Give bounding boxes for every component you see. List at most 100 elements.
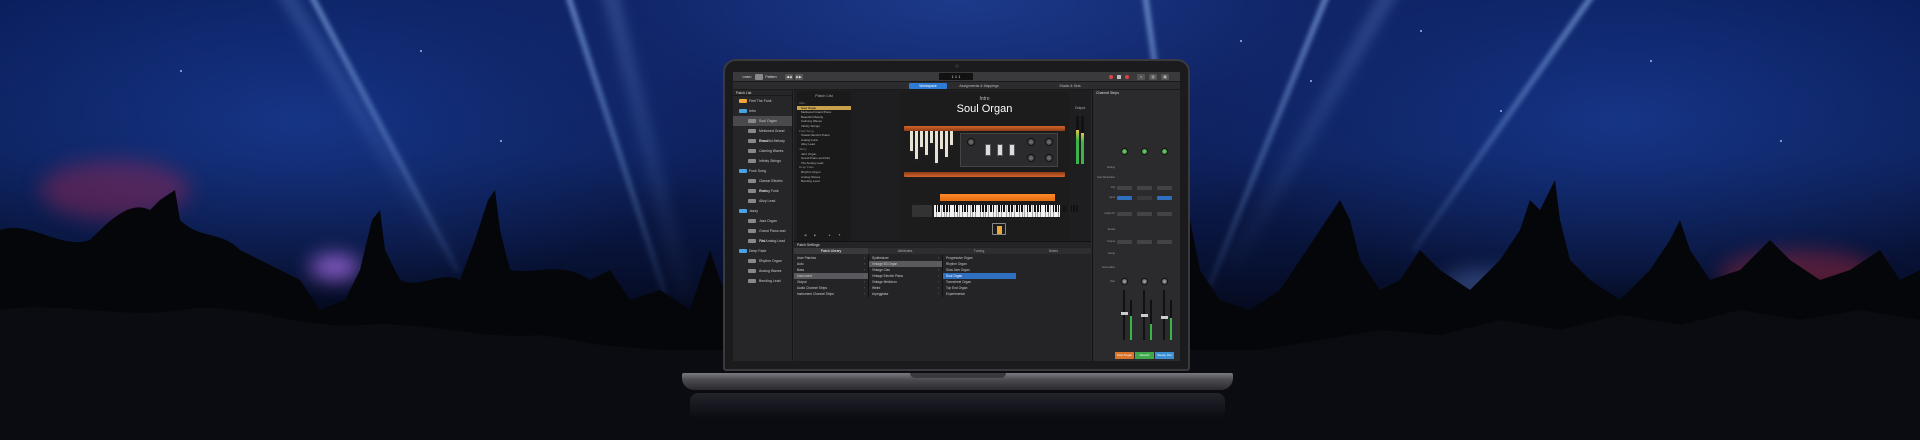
black-key[interactable]: [1055, 205, 1057, 212]
black-key[interactable]: [935, 205, 938, 212]
piano-keys[interactable]: [934, 205, 1078, 217]
browser-item[interactable]: Bending Lead: [797, 179, 851, 184]
patch-list-item[interactable]: Classic Electric Piano: [733, 176, 792, 193]
black-key[interactable]: [1039, 205, 1042, 212]
percussion-switch[interactable]: [985, 144, 991, 156]
volume-fader[interactable]: [1123, 290, 1125, 340]
black-key[interactable]: [946, 205, 948, 212]
black-key[interactable]: [1034, 205, 1036, 212]
black-key[interactable]: [1057, 205, 1060, 212]
black-key[interactable]: [1037, 205, 1039, 212]
plugin-slot[interactable]: [1157, 186, 1172, 190]
drawbar[interactable]: [925, 131, 928, 157]
library-item[interactable]: Arpeggiator ›: [869, 291, 942, 297]
black-key[interactable]: [1029, 205, 1031, 212]
tab-tuning[interactable]: Tuning: [942, 248, 1016, 254]
settings-button[interactable]: ≡: [1137, 74, 1145, 80]
black-key[interactable]: [1003, 205, 1005, 212]
channel-strip-name[interactable]: Stereo Out: [1155, 352, 1174, 359]
black-key[interactable]: [1008, 205, 1010, 212]
patch-list-item[interactable]: Analog Funk: [733, 186, 792, 196]
plugin-slot[interactable]: [1157, 212, 1172, 216]
knob[interactable]: [1027, 138, 1035, 146]
rewind-button[interactable]: ◀◀: [785, 74, 793, 80]
black-key[interactable]: [961, 205, 964, 212]
patch-list-item[interactable]: Deep Fade: [733, 246, 792, 256]
tab-studio-sets[interactable]: Studio & Sets: [1053, 83, 1087, 89]
record-arm-icon[interactable]: [1125, 75, 1129, 79]
patch-list-item[interactable]: Soul Organ: [733, 116, 792, 126]
gain-knob[interactable]: [1141, 148, 1148, 155]
patch-list-item[interactable]: Beautiful Melody: [733, 136, 792, 146]
plugin-slot[interactable]: [1137, 186, 1152, 190]
record-icon[interactable]: [1109, 75, 1113, 79]
drawbar[interactable]: [945, 131, 948, 159]
drawbar[interactable]: [950, 131, 953, 147]
channel-strip-name[interactable]: Reverb: [1135, 352, 1154, 359]
black-key[interactable]: [1011, 205, 1013, 212]
black-key[interactable]: [1052, 205, 1055, 212]
black-key[interactable]: [943, 205, 945, 212]
mixer-button[interactable]: ▥: [1149, 74, 1157, 80]
black-key[interactable]: [1047, 205, 1049, 212]
view-toggle[interactable]: [755, 74, 763, 80]
black-key[interactable]: [1044, 205, 1047, 212]
black-key[interactable]: [990, 205, 992, 212]
forward-button[interactable]: ▶▶: [795, 74, 803, 80]
patch-list-item[interactable]: Infinity Strings: [733, 156, 792, 166]
drawbar[interactable]: [935, 131, 938, 165]
fader-handle[interactable]: [1141, 314, 1148, 317]
up-arrow-icon[interactable]: ▲: [828, 233, 831, 237]
fader-handle[interactable]: [1161, 316, 1168, 319]
pan-knob[interactable]: [1161, 278, 1168, 285]
next-arrow-icon[interactable]: ▶: [814, 233, 816, 237]
patch-list-item[interactable]: Grand Piano and Pad: [733, 226, 792, 243]
black-key[interactable]: [979, 205, 982, 212]
patch-list-item[interactable]: Intro: [733, 106, 792, 116]
drawbars[interactable]: [910, 131, 954, 171]
organ-keyboard[interactable]: Organ: [910, 194, 1078, 218]
black-key[interactable]: [1000, 205, 1003, 212]
wheel-controls[interactable]: [912, 205, 932, 217]
black-key[interactable]: [956, 205, 958, 212]
library-item[interactable]: Instrument Channel Strips ›: [794, 291, 868, 297]
gain-knob[interactable]: [1121, 148, 1128, 155]
patch-list-item[interactable]: Rhythm Organ: [733, 256, 792, 266]
black-key[interactable]: [998, 205, 1000, 212]
plugin-slot[interactable]: [1117, 186, 1132, 190]
fader-handle[interactable]: [1121, 312, 1128, 315]
vibrato-switch[interactable]: [1009, 144, 1015, 156]
patch-list-item[interactable]: Jazz Organ: [733, 216, 792, 226]
tab-patch-library[interactable]: Patch Library: [794, 248, 868, 254]
volume-fader[interactable]: [1163, 290, 1165, 340]
patch-list-item[interactable]: Bending Lead: [733, 276, 792, 286]
knob[interactable]: [967, 138, 975, 146]
black-key[interactable]: [1065, 205, 1068, 212]
black-key[interactable]: [953, 205, 956, 212]
knob[interactable]: [1027, 154, 1035, 162]
stop-icon[interactable]: [1117, 75, 1121, 79]
plugin-slot[interactable]: [1117, 196, 1132, 200]
black-key[interactable]: [964, 205, 966, 212]
plugin-slot[interactable]: [1117, 240, 1132, 244]
black-key[interactable]: [948, 205, 951, 212]
plugin-slot[interactable]: [1137, 196, 1152, 200]
pan-knob[interactable]: [1121, 278, 1128, 285]
chorus-switch[interactable]: [997, 144, 1003, 156]
channel-strip-name[interactable]: Soul Organ: [1115, 352, 1134, 359]
black-key[interactable]: [1016, 205, 1018, 212]
black-key[interactable]: [985, 205, 987, 212]
black-key[interactable]: [974, 205, 977, 212]
patch-list-item[interactable]: Jazzy: [733, 206, 792, 216]
tab-workspace[interactable]: Workspace: [909, 83, 947, 89]
plugin-slot[interactable]: [1137, 240, 1152, 244]
drawbar[interactable]: [940, 131, 943, 151]
patch-list-item[interactable]: Calming Waves: [733, 146, 792, 156]
black-key[interactable]: [1018, 205, 1021, 212]
pan-knob[interactable]: [1141, 278, 1148, 285]
patch-list-item[interactable]: Alloy Lead: [733, 196, 792, 206]
patch-list-item[interactable]: Funk Song: [733, 166, 792, 176]
tab-notes[interactable]: Notes: [1016, 248, 1091, 254]
patch-list-item[interactable]: Feel The Funk: [733, 96, 792, 106]
patch-list-item[interactable]: Analog Waves: [733, 266, 792, 276]
